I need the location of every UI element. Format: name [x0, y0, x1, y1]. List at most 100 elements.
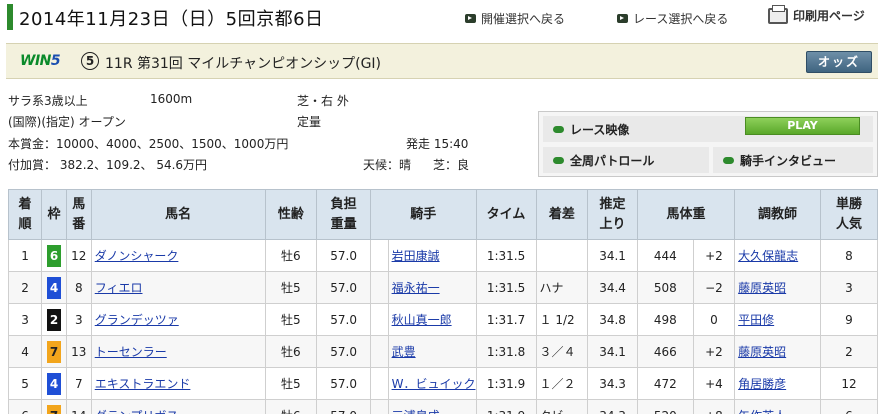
patrol-video-link[interactable]: 全周パトロール [543, 147, 709, 173]
back-to-meeting-label: 開催選択へ戻る [481, 12, 566, 26]
sex-age-cell: 牡6 [264, 239, 318, 272]
jockey-mark-cell [370, 303, 389, 336]
number-cell: 7 [65, 367, 92, 400]
table-row: 2 4 8 フィエロ 牡5 57.0 福永祐一 1:31.5 ハナ 34.4 508 −2 藤原英昭 3 [7, 271, 879, 304]
frame-badge: 7 [47, 404, 61, 414]
time-cell: 1:31.8 [475, 335, 537, 368]
top-bar: 2014年11月23日（日）5回京都6日 開催選択へ戻る レース選択へ戻る 印刷… [0, 0, 892, 38]
video-icon [723, 156, 734, 164]
popularity-cell: 6 [819, 399, 879, 414]
frame-cell: 4 [41, 271, 67, 304]
time-cell: 1:31.5 [475, 271, 537, 304]
last3f-cell: 34.4 [587, 271, 638, 304]
horse-link[interactable]: グランプリボス [95, 409, 179, 414]
race-video-label: レース映像 [570, 122, 630, 137]
trainer-link[interactable]: 矢作芳人 [738, 409, 786, 414]
table-row: 1 6 12 ダノンシャーク 牡6 57.0 岩田康誠 1:31.5 34.1 444 +2 大久保龍… [7, 239, 879, 272]
last3f-cell: 34.3 [587, 367, 638, 400]
popularity-cell: 12 [819, 367, 879, 400]
frame-badge: 2 [47, 308, 61, 331]
sex-age-cell: 牡5 [264, 303, 318, 336]
frame-badge: 4 [47, 276, 61, 299]
back-to-meeting-link[interactable]: 開催選択へ戻る [465, 10, 565, 27]
frame-cell: 6 [41, 239, 67, 272]
printer-icon [768, 4, 788, 24]
horse-link[interactable]: エキストラエンド [95, 377, 191, 391]
frame-cell: 7 [41, 335, 67, 368]
jockey-cell: 福永祐一 [387, 271, 477, 304]
play-button[interactable]: PLAY [745, 117, 860, 135]
weight-cell: 57.0 [316, 399, 371, 414]
time-cell: 1:31.9 [475, 367, 537, 400]
jockey-interview-link[interactable]: 騎手インタビュー [713, 147, 873, 173]
jockey-cell: 武豊 [387, 335, 477, 368]
jockey-link[interactable]: 秋山真一郎 [392, 313, 452, 327]
sex-age-cell: 牡5 [264, 367, 318, 400]
horse-cell: グランデッツァ [90, 303, 266, 336]
table-header-row: 着順 枠 馬番 馬名 性齢 負担 重量 騎手 タイム 着差 推定 上り 馬体重 調教… [7, 189, 879, 240]
print-page-link[interactable]: 印刷用ページ [768, 4, 865, 24]
odds-button[interactable]: オッズ [806, 51, 872, 73]
win5-logo: WIN5 [20, 53, 61, 69]
patrol-video-label: 全周パトロール [570, 153, 655, 168]
jockey-link[interactable]: W．ビュイック [392, 377, 475, 391]
horse-weight-cell: 520 [636, 399, 694, 414]
popularity-cell: 9 [819, 303, 879, 336]
rank-cell: 4 [7, 335, 43, 368]
horse-cell: エキストラエンド [90, 367, 266, 400]
sex-age-cell: 牡6 [264, 335, 318, 368]
frame-badge: 7 [47, 340, 61, 363]
col-rank: 着順 [7, 189, 43, 240]
col-jockey: 騎手 [370, 189, 477, 240]
sex-age-cell: 牡5 [264, 271, 318, 304]
last3f-cell: 34.1 [587, 239, 638, 272]
back-to-race-link[interactable]: レース選択へ戻る [617, 10, 728, 27]
popularity-cell: 3 [819, 271, 879, 304]
time-cell: 1:31.5 [475, 239, 537, 272]
trainer-cell: 平田修 [734, 303, 821, 336]
weight-diff-cell: +2 [692, 239, 736, 272]
trainer-link[interactable]: 藤原英昭 [738, 345, 786, 359]
jockey-link[interactable]: 福永祐一 [392, 281, 440, 295]
horse-weight-cell: 472 [636, 367, 694, 400]
col-sex-age: 性齢 [264, 189, 318, 240]
frame-badge: 6 [47, 244, 61, 267]
col-time: タイム [475, 189, 537, 240]
horse-weight-cell: 508 [636, 271, 694, 304]
time-cell: 1:31.9 [475, 399, 537, 414]
horse-link[interactable]: ダノンシャーク [95, 249, 179, 263]
trainer-link[interactable]: 藤原英昭 [738, 281, 786, 295]
track-condition: 芝：良 [433, 158, 470, 172]
video-icon [553, 125, 564, 133]
horse-link[interactable]: フィエロ [95, 281, 143, 295]
weight-cell: 57.0 [316, 271, 371, 304]
race-class: サラ系3歳以上 [8, 94, 88, 108]
weight-cell: 57.0 [316, 303, 371, 336]
jockey-mark-cell [370, 239, 389, 272]
horse-link[interactable]: グランデッツァ [95, 313, 179, 327]
jockey-cell: 秋山真一郎 [387, 303, 477, 336]
last3f-cell: 34.3 [587, 399, 638, 414]
horse-cell: フィエロ [90, 271, 266, 304]
weight-diff-cell: +2 [692, 335, 736, 368]
jockey-link[interactable]: 武豊 [392, 345, 416, 359]
title-accent-bar [7, 4, 13, 30]
page-title: 2014年11月23日（日）5回京都6日 [19, 9, 324, 30]
trainer-link[interactable]: 角居勝彦 [738, 377, 786, 391]
media-panel: レース映像 PLAY 全周パトロール 騎手インタビュー [538, 111, 878, 177]
jockey-link[interactable]: 岩田康誠 [392, 249, 440, 263]
frame-cell: 7 [41, 399, 67, 414]
trainer-link[interactable]: 大久保龍志 [738, 249, 798, 263]
number-cell: 3 [65, 303, 92, 336]
trainer-link[interactable]: 平田修 [738, 313, 774, 327]
popularity-cell: 8 [819, 239, 879, 272]
col-horse: 馬名 [90, 189, 266, 240]
win5-leg-badge: 5 [81, 52, 99, 70]
margin-cell: １／２ [535, 367, 589, 400]
rank-cell: 6 [7, 399, 43, 414]
rank-cell: 5 [7, 367, 43, 400]
horse-link[interactable]: トーセンラー [95, 345, 167, 359]
jockey-link[interactable]: 三浦皇成 [392, 409, 440, 414]
last3f-cell: 34.1 [587, 335, 638, 368]
jockey-mark-cell [370, 335, 389, 368]
